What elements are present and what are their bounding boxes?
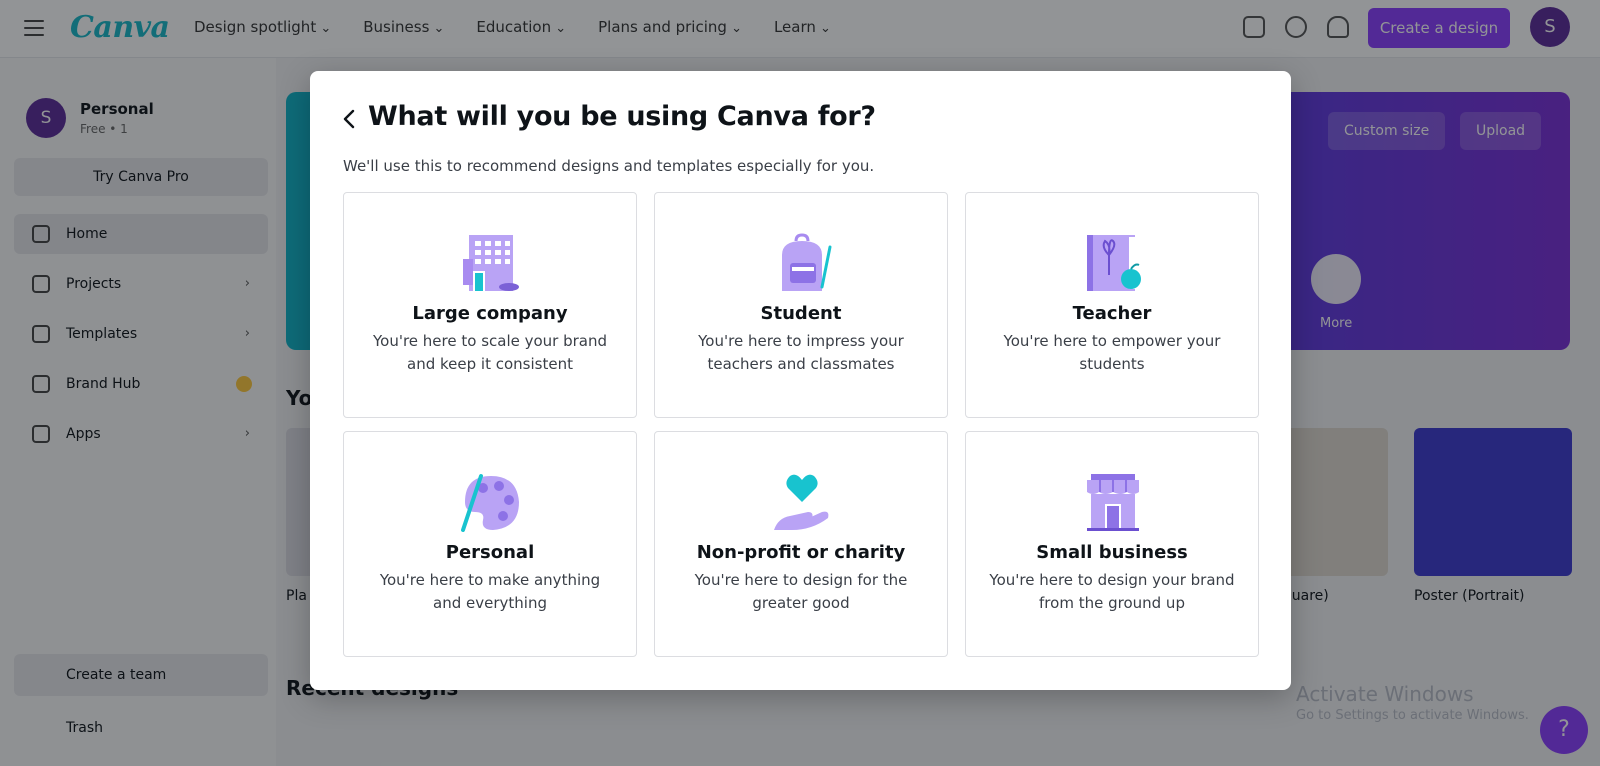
option-title: Non-profit or charity (696, 542, 906, 563)
option-description: You're here to design your brand from th… (989, 571, 1235, 612)
option-description: You're here to design for the greater go… (694, 571, 908, 612)
modal-title: What will you be using Canva for? (368, 101, 876, 132)
paint-palette-icon (461, 474, 519, 532)
back-button[interactable] (334, 103, 366, 135)
option-student[interactable]: Student You're here to impress your teac… (654, 192, 948, 418)
option-description: You're here to make anything and everyth… (379, 571, 601, 612)
heart-hand-icon (774, 474, 829, 530)
modal-subtitle: We'll use this to recommend designs and … (343, 157, 875, 175)
usage-modal: What will you be using Canva for? We'll … (310, 71, 1291, 690)
option-description: You're here to impress your teachers and… (698, 332, 904, 373)
chevron-left-icon (343, 109, 355, 129)
option-description: You're here to scale your brand and keep… (372, 332, 608, 373)
option-non-profit[interactable]: Non-profit or charity You're here to des… (654, 431, 948, 657)
option-title: Student (760, 303, 842, 324)
storefront-icon (1087, 474, 1139, 531)
option-description: You're here to empower your students (1003, 332, 1221, 373)
option-small-business[interactable]: Small business You're here to design you… (965, 431, 1259, 657)
option-teacher[interactable]: Teacher You're here to empower your stud… (965, 192, 1259, 418)
backpack-icon (782, 233, 832, 291)
option-personal[interactable]: Personal You're here to make anything an… (343, 431, 637, 657)
book-apple-icon (1087, 235, 1141, 291)
option-title: Small business (1036, 542, 1188, 563)
office-building-icon (463, 235, 519, 291)
option-title: Large company (412, 303, 568, 324)
usage-options-grid: Large company You're here to scale your … (343, 192, 1259, 657)
option-title: Teacher (1072, 303, 1152, 324)
option-large-company[interactable]: Large company You're here to scale your … (343, 192, 637, 418)
option-title: Personal (445, 542, 535, 563)
